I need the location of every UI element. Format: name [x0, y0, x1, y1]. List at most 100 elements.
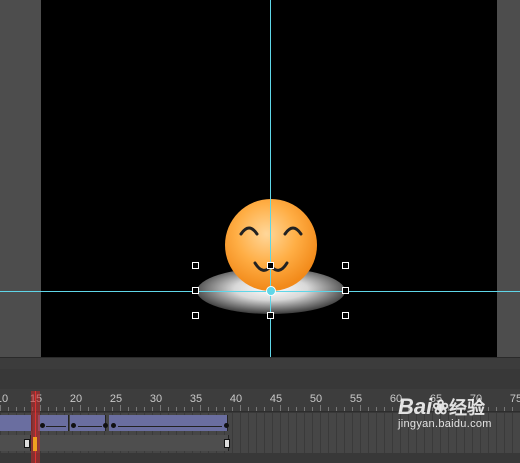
frame-cell-divider — [448, 433, 449, 453]
ruler-tick — [368, 407, 369, 411]
ruler-tick — [72, 407, 73, 411]
ruler-tick — [248, 407, 249, 411]
frame-cell-divider — [264, 413, 265, 433]
ruler-tick — [240, 405, 241, 411]
timeline-layer-track-2[interactable] — [0, 433, 520, 453]
ruler-label: 45 — [269, 393, 283, 405]
frame-cell-divider — [328, 433, 329, 453]
ruler-tick — [288, 407, 289, 411]
ruler-tick — [8, 407, 9, 411]
ruler-tick — [80, 405, 81, 411]
ruler-tick — [328, 407, 329, 411]
ruler-tick — [24, 407, 25, 411]
ruler-tick — [280, 405, 281, 411]
ruler-tick — [232, 407, 233, 411]
frame-cell-divider — [256, 433, 257, 453]
keyframe[interactable] — [103, 423, 108, 428]
motion-tween-span[interactable] — [0, 415, 32, 431]
transform-handle-bottom-left[interactable] — [192, 312, 199, 319]
keyframe[interactable] — [71, 423, 76, 428]
frame-cell-divider — [336, 413, 337, 433]
frame-cell-divider — [456, 433, 457, 453]
frame-cell-divider — [256, 413, 257, 433]
frame-cell-divider — [504, 413, 505, 433]
ruler-tick — [512, 407, 513, 411]
frame-cell-divider — [328, 413, 329, 433]
transform-handle-bottom-center[interactable] — [267, 312, 274, 319]
ruler-tick — [56, 407, 57, 411]
frame-cell-divider — [288, 413, 289, 433]
ruler-tick — [360, 405, 361, 411]
static-frame-span[interactable] — [38, 435, 229, 451]
transform-handle-middle-right[interactable] — [342, 287, 349, 294]
vertical-guide[interactable] — [270, 0, 271, 357]
keyframe[interactable] — [224, 423, 229, 428]
transform-handle-middle-left[interactable] — [192, 287, 199, 294]
motion-tween-span[interactable] — [109, 415, 228, 431]
end-frame-marker[interactable] — [224, 439, 230, 448]
ruler-tick — [160, 405, 161, 411]
ruler-tick — [320, 405, 321, 411]
ruler-tick — [88, 407, 89, 411]
ruler-tick — [336, 407, 337, 411]
ruler-tick — [264, 407, 265, 411]
current-frame-indicator — [33, 437, 37, 451]
frame-cell-divider — [352, 433, 353, 453]
ruler-tick — [128, 407, 129, 411]
frame-cell-divider — [432, 433, 433, 453]
frame-cell-divider — [384, 413, 385, 433]
ruler-tick — [184, 407, 185, 411]
horizontal-guide[interactable] — [0, 291, 520, 292]
frame-cell-divider — [280, 413, 281, 433]
ruler-label: 50 — [309, 393, 323, 405]
ruler-tick — [200, 405, 201, 411]
keyframe[interactable] — [40, 423, 45, 428]
ruler-tick — [224, 407, 225, 411]
ruler-tick — [104, 407, 105, 411]
frame-cell-divider — [488, 433, 489, 453]
transform-pivot-point[interactable] — [266, 286, 276, 296]
ruler-label: 55 — [349, 393, 363, 405]
ruler-tick — [112, 407, 113, 411]
transform-handle-top-center[interactable] — [267, 262, 274, 269]
transform-handle-bottom-right[interactable] — [342, 312, 349, 319]
ruler-label: 35 — [189, 393, 203, 405]
frame-cell-divider — [296, 413, 297, 433]
frame-cell-divider — [240, 413, 241, 433]
baidu-watermark: Bai❀经验 jingyan.baidu.com — [398, 394, 492, 430]
ruler-tick — [216, 407, 217, 411]
frame-cell-divider — [312, 413, 313, 433]
ruler-tick — [168, 407, 169, 411]
frame-cell-divider — [368, 433, 369, 453]
frame-cell-divider — [336, 433, 337, 453]
tween-arrow — [46, 426, 66, 427]
ruler-tick — [16, 407, 17, 411]
ruler-tick — [136, 407, 137, 411]
frame-cell-divider — [376, 413, 377, 433]
transform-handle-top-right[interactable] — [342, 262, 349, 269]
keyframe[interactable] — [111, 423, 116, 428]
ruler-label: 25 — [109, 393, 123, 405]
ruler-tick — [296, 407, 297, 411]
ruler-label: 10 — [0, 393, 9, 405]
frame-cell-divider — [304, 433, 305, 453]
frame-cell-divider — [384, 433, 385, 453]
frame-cell-divider — [392, 433, 393, 453]
frame-cell-divider — [232, 433, 233, 453]
frame-cell-divider — [248, 413, 249, 433]
watermark-brand: Bai — [398, 394, 433, 419]
ruler-tick — [376, 407, 377, 411]
ruler-label: 40 — [229, 393, 243, 405]
frame-cell-divider — [288, 433, 289, 453]
ruler-label: 20 — [69, 393, 83, 405]
ruler-tick — [256, 407, 257, 411]
end-frame-marker[interactable] — [24, 439, 30, 448]
ruler-tick — [344, 407, 345, 411]
ruler-tick — [504, 407, 505, 411]
frame-cell-divider — [416, 433, 417, 453]
ruler-tick — [392, 407, 393, 411]
paw-icon: ❀ — [432, 397, 450, 419]
frame-cell-divider — [496, 433, 497, 453]
transform-handle-top-left[interactable] — [192, 262, 199, 269]
ruler-tick — [144, 407, 145, 411]
